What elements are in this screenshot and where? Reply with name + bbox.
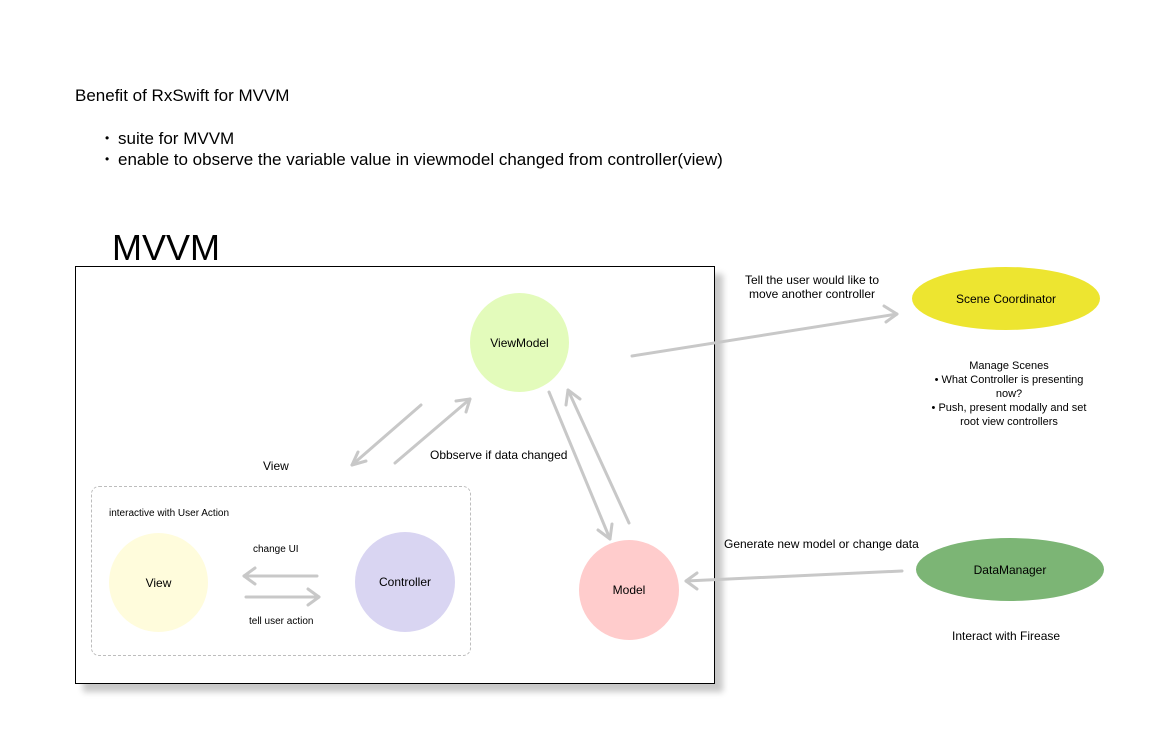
scene-notes-title: Manage Scenes bbox=[969, 360, 1049, 372]
view-label: View bbox=[145, 575, 172, 590]
viewmodel-label: ViewModel bbox=[490, 335, 549, 350]
controller-node: Controller bbox=[355, 532, 455, 632]
arrow-head bbox=[882, 304, 899, 324]
generate-label: Generate new model or change data bbox=[724, 537, 919, 551]
tell-user-label: Tell the user would like to move another… bbox=[744, 273, 880, 301]
tell-user-action-label: tell user action bbox=[249, 616, 314, 627]
scene-note-item: Push, present modally and set bbox=[920, 401, 1098, 415]
data-manager-node: DataManager bbox=[916, 538, 1104, 601]
controller-label: Controller bbox=[378, 575, 432, 589]
scene-coordinator-label: Scene Coordinator bbox=[955, 291, 1057, 306]
arrow-datamanager-to-model bbox=[684, 569, 904, 583]
scene-coordinator-node: Scene Coordinator bbox=[912, 267, 1100, 330]
interactive-label: interactive with User Action bbox=[109, 508, 230, 519]
scene-note-item-cont: root view controllers bbox=[960, 416, 1058, 428]
model-node: Model bbox=[579, 540, 679, 640]
viewmodel-node: ViewModel bbox=[470, 293, 569, 392]
view-group-label: View bbox=[263, 459, 289, 473]
diagram-title: MVVM bbox=[112, 227, 220, 268]
observe-label: Obbserve if data changed bbox=[430, 448, 568, 462]
page-heading: Benefit of RxSwift for MVVM bbox=[75, 86, 290, 105]
benefit-list: suite for MVVM enable to observe the var… bbox=[105, 128, 723, 170]
view-node: View bbox=[109, 533, 208, 632]
benefit-item: enable to observe the variable value in … bbox=[105, 149, 723, 170]
benefit-item: suite for MVVM bbox=[105, 128, 723, 149]
scene-notes: Manage Scenes What Controller is present… bbox=[920, 359, 1098, 429]
data-manager-label: DataManager bbox=[973, 562, 1047, 577]
interact-label: Interact with Firease bbox=[952, 629, 1061, 643]
scene-note-item: What Controller is presenting bbox=[920, 373, 1098, 387]
model-label: Model bbox=[612, 583, 646, 597]
scene-note-item-cont: now? bbox=[995, 388, 1023, 400]
change-ui-label: change UI bbox=[253, 544, 299, 555]
